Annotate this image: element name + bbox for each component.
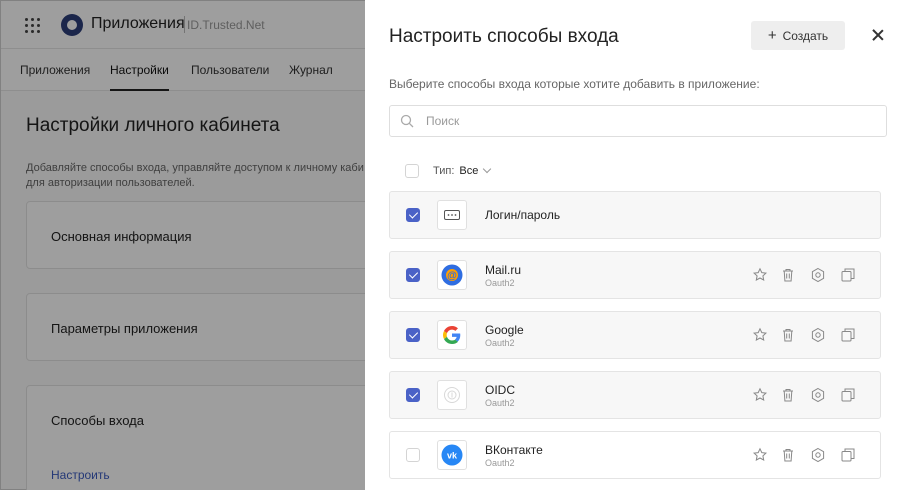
drawer-title: Настроить способы входа xyxy=(389,26,619,47)
item-checkbox[interactable] xyxy=(406,268,420,282)
mailru-icon: @ xyxy=(437,260,467,290)
settings-icon[interactable] xyxy=(810,327,826,343)
item-actions xyxy=(752,447,862,465)
filter-row: Тип: Все xyxy=(405,163,492,179)
copy-icon[interactable] xyxy=(840,387,856,403)
google-icon xyxy=(437,320,467,350)
trash-icon[interactable] xyxy=(780,447,796,463)
settings-icon[interactable] xyxy=(810,267,826,283)
star-icon[interactable] xyxy=(752,327,768,343)
svg-text:vk: vk xyxy=(447,451,458,461)
oidc-icon xyxy=(437,380,467,410)
item-type: Oauth2 xyxy=(485,398,515,408)
item-name: OIDC xyxy=(485,383,515,397)
item-name: Mail.ru xyxy=(485,263,522,277)
item-checkbox[interactable] xyxy=(406,208,420,222)
filter-label: Тип: xyxy=(433,165,455,177)
item-actions xyxy=(752,387,862,405)
trash-icon[interactable] xyxy=(780,327,796,343)
item-name: Логин/пароль xyxy=(485,208,561,222)
star-icon[interactable] xyxy=(752,267,768,283)
item-actions xyxy=(752,267,862,285)
copy-icon[interactable] xyxy=(840,327,856,343)
vk-icon: vk xyxy=(437,440,467,470)
item-actions xyxy=(752,327,862,345)
type-filter-dropdown[interactable]: Все xyxy=(459,165,478,177)
plus-icon: + xyxy=(767,26,777,44)
item-name: ВКонтакте xyxy=(485,443,543,457)
item-name: Google xyxy=(485,323,524,337)
star-icon[interactable] xyxy=(752,447,768,463)
search-input[interactable] xyxy=(426,110,866,132)
copy-icon[interactable] xyxy=(840,447,856,463)
search-icon xyxy=(400,114,414,128)
item-type: Oauth2 xyxy=(485,278,515,288)
create-button-label: Создать xyxy=(782,28,829,43)
drawer-description: Выберите способы входа которые хотите до… xyxy=(389,77,760,91)
list-item-oidc[interactable]: OIDC Oauth2 xyxy=(389,371,881,419)
settings-icon[interactable] xyxy=(810,447,826,463)
svg-text:@: @ xyxy=(447,271,457,282)
login-methods-drawer: Настроить способы входа + Создать Выбери… xyxy=(365,0,907,490)
list-item-password[interactable]: Логин/пароль xyxy=(389,191,881,239)
list-item-mailru[interactable]: @ Mail.ru Oauth2 xyxy=(389,251,881,299)
item-checkbox[interactable] xyxy=(406,328,420,342)
trash-icon[interactable] xyxy=(780,267,796,283)
chevron-down-icon[interactable] xyxy=(483,164,492,174)
item-type: Oauth2 xyxy=(485,458,515,468)
item-checkbox[interactable] xyxy=(406,388,420,402)
close-icon[interactable] xyxy=(869,26,887,44)
star-icon[interactable] xyxy=(752,387,768,403)
list-item-google[interactable]: Google Oauth2 xyxy=(389,311,881,359)
list-item-vk[interactable]: vk ВКонтакте Oauth2 xyxy=(389,431,881,479)
settings-icon[interactable] xyxy=(810,387,826,403)
password-icon xyxy=(437,200,467,230)
copy-icon[interactable] xyxy=(840,267,856,283)
search-box xyxy=(389,105,887,137)
item-type: Oauth2 xyxy=(485,338,515,348)
item-checkbox[interactable] xyxy=(406,448,420,462)
select-all-checkbox[interactable] xyxy=(405,164,419,178)
create-button[interactable]: + Создать xyxy=(751,21,845,50)
trash-icon[interactable] xyxy=(780,387,796,403)
